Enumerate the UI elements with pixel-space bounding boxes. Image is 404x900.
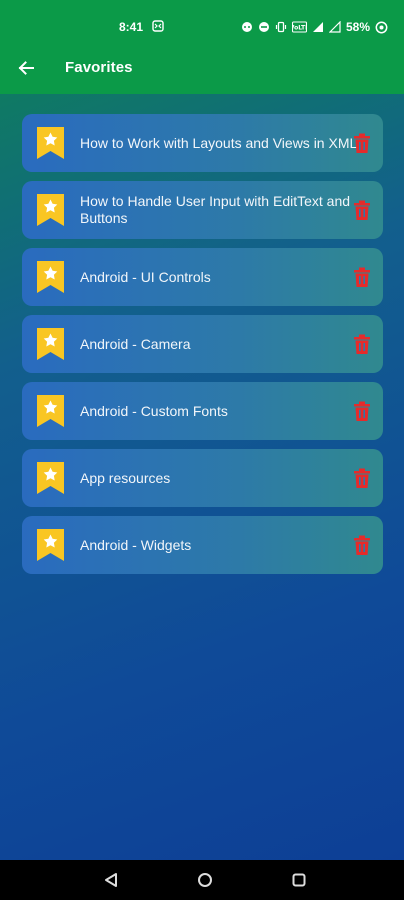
favorite-title-box: Android - Custom Fonts (80, 382, 360, 440)
favorite-title-box: How to Handle User Input with EditText a… (80, 181, 360, 239)
nav-home-icon[interactable] (197, 872, 213, 888)
status-bar: 8:41 VoLTE 58% (0, 0, 404, 42)
favorite-title: Android - Widgets (80, 536, 192, 553)
bookmark-star-icon (37, 261, 64, 293)
favorite-item[interactable]: How to Work with Layouts and Views in XM… (22, 114, 383, 172)
trash-icon[interactable] (351, 199, 373, 221)
favorite-title: Android - Camera (80, 335, 191, 352)
trash-icon[interactable] (351, 467, 373, 489)
favorite-title-box: How to Work with Layouts and Views in XM… (80, 114, 360, 172)
nav-recents-icon[interactable] (291, 872, 307, 888)
notification-icons (152, 20, 164, 32)
favorites-screen: How to Work with Layouts and Views in XM… (0, 94, 404, 860)
status-time: 8:41 (119, 20, 144, 34)
favorite-item[interactable]: Android - Custom Fonts (22, 382, 383, 440)
bookmark-star-icon (37, 194, 64, 226)
dnd-icon (258, 22, 269, 32)
bookmark-star-icon (37, 328, 64, 360)
bookmark-star-icon (37, 395, 64, 427)
favorite-title: Android - UI Controls (80, 268, 211, 285)
battery-percent: 58% (345, 20, 370, 34)
favorite-item[interactable]: How to Handle User Input with EditText a… (22, 181, 383, 239)
page-title: Favorites (65, 59, 133, 76)
trash-icon[interactable] (351, 132, 373, 154)
nav-back-icon[interactable] (103, 872, 119, 888)
favorite-item[interactable]: Android - Camera (22, 315, 383, 373)
notification-icon (152, 20, 164, 32)
signal-icon (312, 22, 323, 32)
bookmark-star-icon (37, 529, 64, 561)
signal-icon-2 (328, 21, 341, 33)
bookmark-star-icon (37, 127, 64, 159)
favorite-item[interactable]: Android - Widgets (22, 516, 383, 574)
favorite-item[interactable]: Android - UI Controls (22, 248, 383, 306)
gamepad-icon (241, 22, 252, 32)
trash-icon[interactable] (351, 400, 373, 422)
trash-icon[interactable] (351, 266, 373, 288)
favorite-title: Android - Custom Fonts (80, 402, 228, 419)
system-nav-bar (0, 860, 404, 900)
arrow-left-icon (18, 61, 34, 75)
vibrate-icon (275, 21, 287, 33)
favorite-title: App resources (80, 469, 171, 486)
favorite-title-box: Android - UI Controls (80, 248, 360, 306)
volte-icon: VoLTE (291, 21, 307, 33)
back-button[interactable] (14, 56, 38, 80)
favorite-title-box: Android - Widgets (80, 516, 360, 574)
favorites-list: How to Work with Layouts and Views in XM… (22, 114, 383, 583)
battery-saver-icon (375, 21, 388, 33)
trash-icon[interactable] (351, 333, 373, 355)
favorite-item[interactable]: App resources (22, 449, 383, 507)
trash-icon[interactable] (351, 534, 373, 556)
favorite-title-box: Android - Camera (80, 315, 360, 373)
favorite-title-box: App resources (80, 449, 360, 507)
favorite-title: How to Handle User Input with EditText a… (80, 193, 351, 226)
app-bar: Favorites (0, 42, 404, 94)
favorite-title: How to Work with Layouts and Views in XM… (80, 134, 358, 151)
svg-text:VoLTE: VoLTE (292, 25, 307, 32)
status-right-icons: VoLTE 58% (241, 20, 388, 34)
bookmark-star-icon (37, 462, 64, 494)
